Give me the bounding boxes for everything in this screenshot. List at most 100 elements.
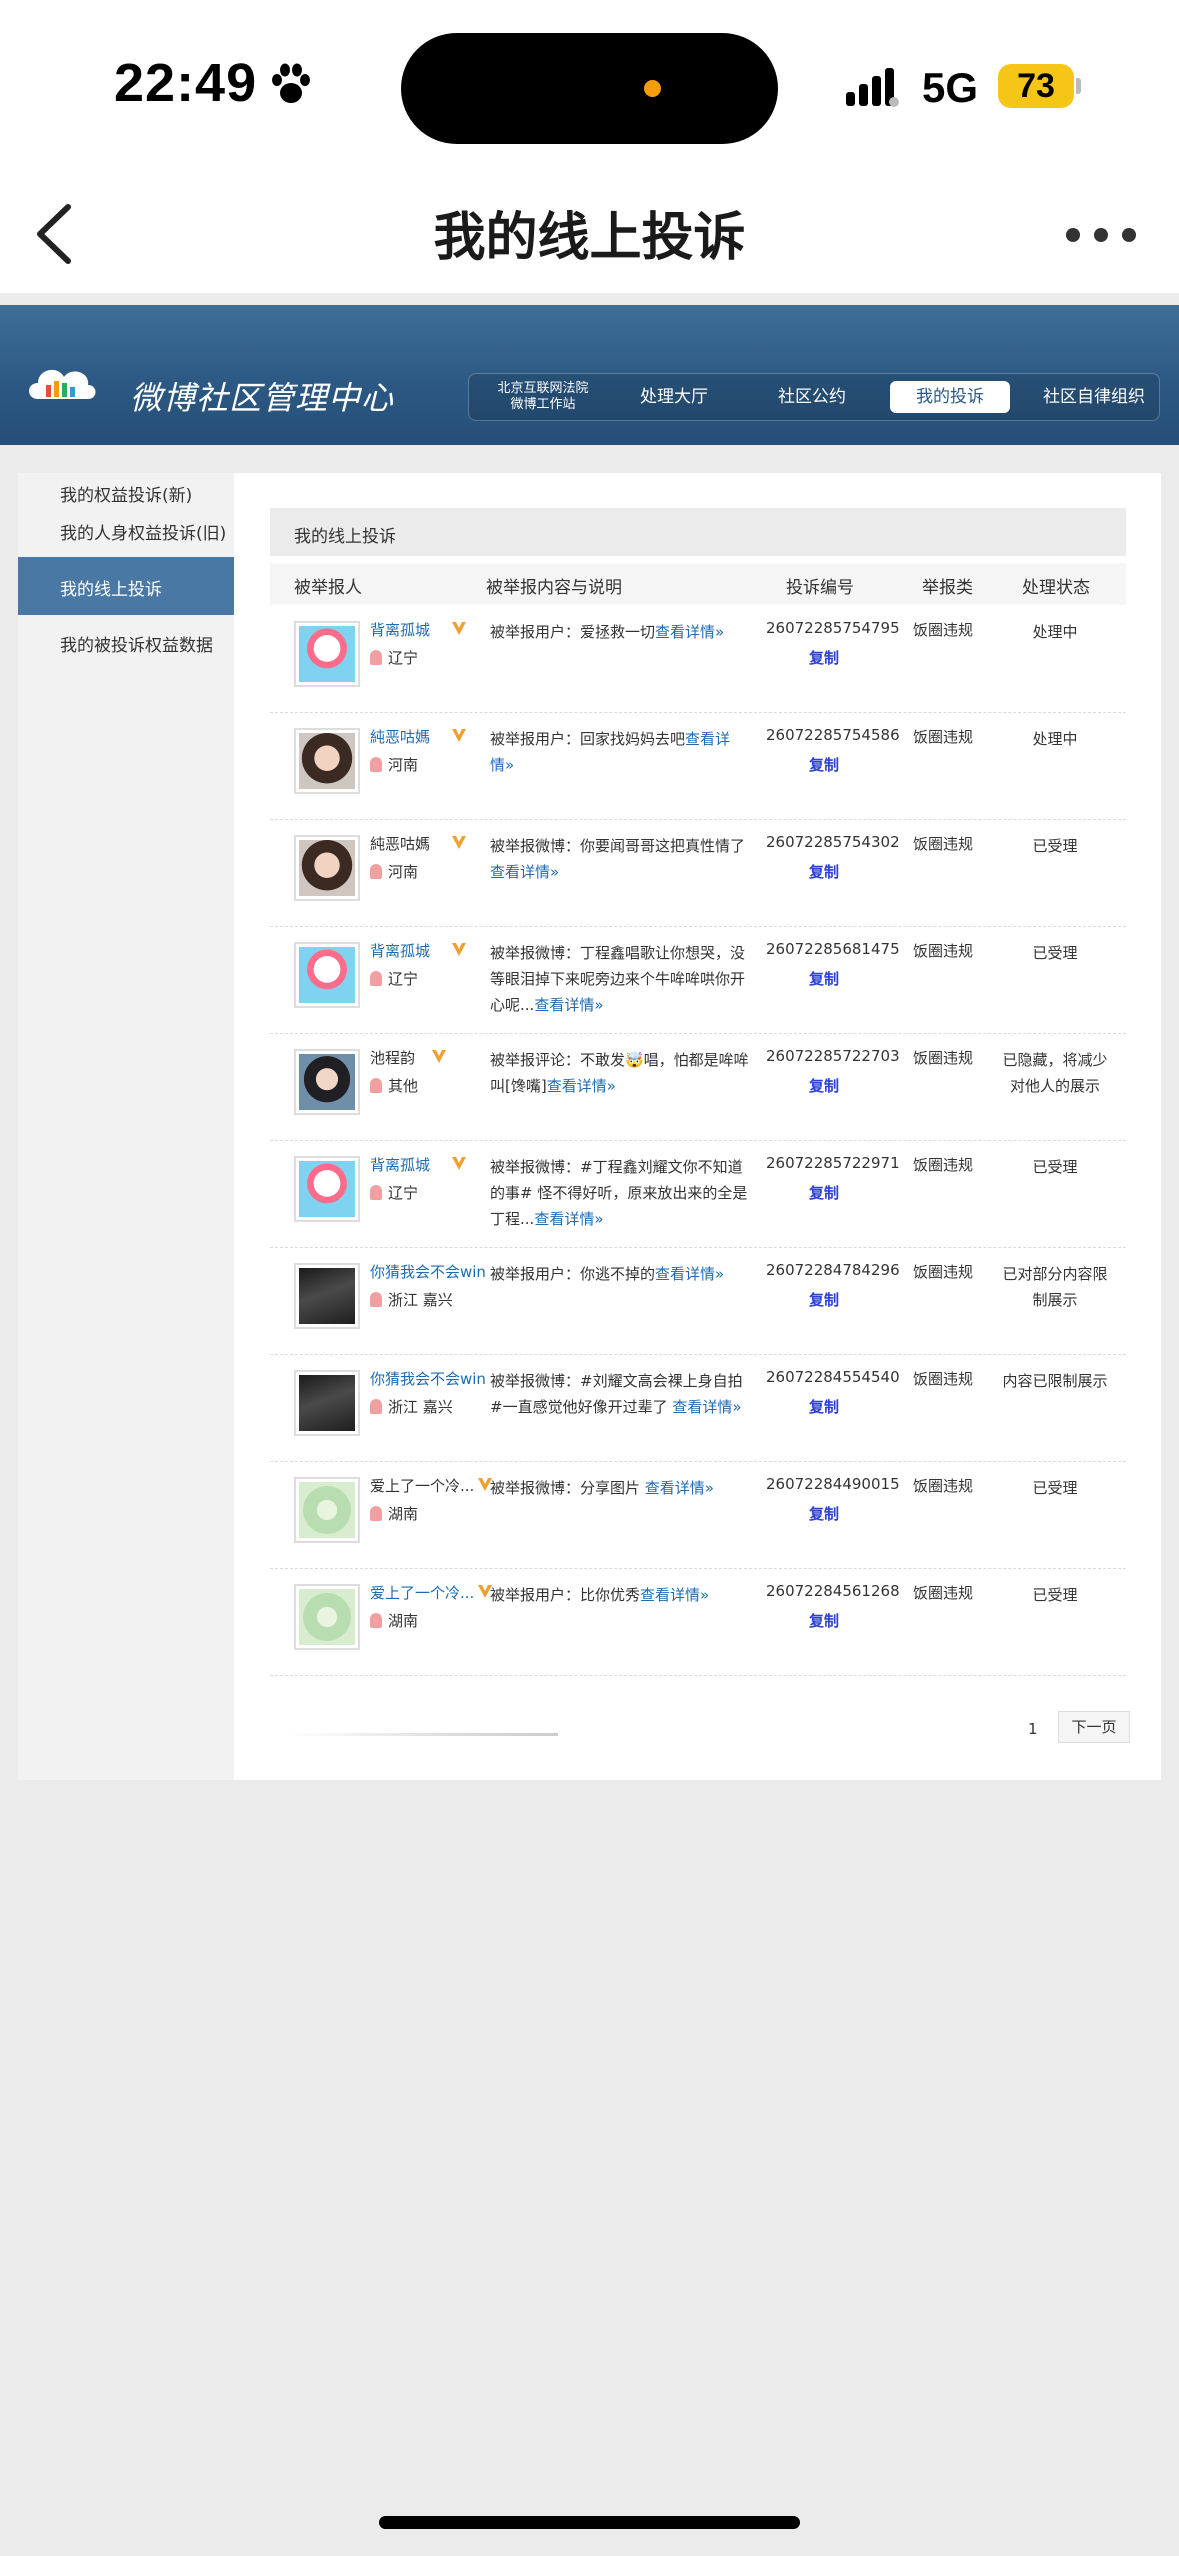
view-details-link[interactable]: 查看详情» [547, 1077, 616, 1095]
tab-hall[interactable]: 处理大厅 [619, 374, 729, 420]
copy-button[interactable]: 复制 [766, 861, 882, 882]
status-bar: 22:49 5G 73 [0, 0, 1179, 175]
content-title-bar: 我的线上投诉 [270, 508, 1126, 556]
location-pin-icon [370, 1078, 382, 1093]
complaint-id: 26072284561268 [766, 1582, 900, 1600]
user-location: 辽宁 [370, 968, 418, 989]
battery-tip [1076, 78, 1081, 94]
divider [0, 293, 1179, 305]
avatar[interactable] [294, 1477, 360, 1543]
avatar[interactable] [294, 1156, 360, 1222]
table-row: 背离孤城 辽宁 被举报用户：爱拯救一切查看详情» 26072285754795 复制 饭圈… [270, 605, 1126, 713]
verified-badge-icon [452, 1157, 466, 1170]
location-pin-icon [370, 1292, 382, 1307]
table-row: 你猜我会不会win 浙江 嘉兴 被举报微博：#刘耀文高会裸上身自拍#一直感觉他好像开… [270, 1354, 1126, 1462]
tab-convention[interactable]: 社区公约 [757, 374, 867, 420]
avatar[interactable] [294, 728, 360, 794]
copy-button[interactable]: 复制 [766, 1503, 882, 1524]
complaint-id: 26072285754586 [766, 726, 900, 744]
reported-user-name[interactable]: 你猜我会不会win [370, 1261, 486, 1282]
location-pin-icon [370, 971, 382, 986]
reported-user-name[interactable]: 你猜我会不会win [370, 1368, 486, 1389]
avatar[interactable] [294, 1584, 360, 1650]
complaint-description: 被举报用户：回家找妈妈去吧查看详情» [490, 730, 731, 774]
copy-button[interactable]: 复制 [766, 968, 882, 989]
complaint-id: 26072284784296 [766, 1261, 900, 1279]
complaint-category: 饭圈违规 [912, 942, 973, 960]
status-text: 已受理 [1032, 1586, 1078, 1604]
reported-user-name[interactable]: 爱上了一个冷... [370, 1475, 474, 1496]
user-location: 湖南 [370, 1503, 418, 1524]
copy-button[interactable]: 复制 [766, 1610, 882, 1631]
copy-button[interactable]: 复制 [766, 647, 882, 668]
home-indicator[interactable] [379, 2516, 800, 2529]
copy-button[interactable]: 复制 [766, 1289, 882, 1310]
avatar[interactable] [294, 835, 360, 901]
copy-button[interactable]: 复制 [766, 1396, 882, 1417]
more-icon[interactable] [1066, 220, 1138, 250]
view-details-link[interactable]: 查看详情» [490, 863, 559, 881]
view-details-link[interactable]: 查看详情» [534, 1210, 603, 1228]
copy-button[interactable]: 复制 [766, 1182, 882, 1203]
reported-user-name[interactable]: 爱上了一个冷... [370, 1582, 474, 1603]
view-details-link[interactable]: 查看详情» [672, 1398, 741, 1416]
next-page-button[interactable]: 下一页 [1058, 1711, 1130, 1743]
tab-court[interactable]: 北京互联网法院 微博工作站 [483, 374, 603, 420]
reported-user-name[interactable]: 純恶咕媽 [370, 726, 430, 747]
location-pin-icon [370, 650, 382, 665]
reported-user-name[interactable]: 背离孤城 [370, 940, 430, 961]
status-text: 已受理 [1032, 837, 1078, 855]
user-location: 浙江 嘉兴 [370, 1396, 453, 1417]
table-row: 爱上了一个冷... 湖南 被举报微博：分享图片 查看详情» 2607228449001… [270, 1461, 1126, 1569]
status-time: 22:49 [114, 53, 258, 113]
avatar[interactable] [294, 1049, 360, 1115]
complaint-id: 26072284490015 [766, 1475, 900, 1493]
location-pin-icon [370, 864, 382, 879]
complaint-description: 被举报评论：不敢发🤯唱，怕都是哞哞叫[馋嘴]查看详情» [490, 1051, 749, 1095]
view-details-link[interactable]: 查看详情» [655, 1265, 724, 1283]
view-details-link[interactable]: 查看详情» [645, 1479, 714, 1497]
sidebar-item-personal-old[interactable]: 我的人身权益投诉(旧) [18, 511, 234, 553]
col-status: 处理状态 [1022, 578, 1090, 598]
sidebar-item-complained-data[interactable]: 我的被投诉权益数据 [18, 615, 234, 665]
reported-user-name[interactable]: 純恶咕媽 [370, 833, 430, 854]
location-pin-icon [370, 1506, 382, 1521]
complaint-id: 26072285722971 [766, 1154, 900, 1172]
view-details-link[interactable]: 查看详情» [534, 996, 603, 1014]
content-title: 我的线上投诉 [294, 527, 396, 547]
copy-button[interactable]: 复制 [766, 754, 882, 775]
avatar[interactable] [294, 1370, 360, 1436]
user-location: 浙江 嘉兴 [370, 1289, 453, 1310]
complaint-category: 饭圈违规 [912, 1477, 973, 1495]
status-text: 已隐藏，将减少对他人的展示 [1002, 1051, 1108, 1095]
copy-button[interactable]: 复制 [766, 1075, 882, 1096]
location-pin-icon [370, 757, 382, 772]
reported-user-name[interactable]: 池程韵 [370, 1047, 415, 1068]
verified-badge-icon [452, 943, 466, 956]
status-text: 内容已限制展示 [1002, 1372, 1108, 1390]
weibo-tabs: 北京互联网法院 微博工作站 处理大厅 社区公约 我的投诉 社区自律组织 [468, 373, 1160, 421]
tab-my-complaints[interactable]: 我的投诉 [890, 381, 1010, 413]
reported-user-name[interactable]: 背离孤城 [370, 1154, 430, 1175]
complaint-id: 26072284554540 [766, 1368, 900, 1386]
location-pin-icon [370, 1185, 382, 1200]
tab-self-regulation[interactable]: 社区自律组织 [1029, 374, 1159, 420]
user-location: 辽宁 [370, 1182, 418, 1203]
sidebar-item-rights-new[interactable]: 我的权益投诉(新) [18, 473, 234, 511]
avatar[interactable] [294, 1263, 360, 1329]
sidebar-item-online[interactable]: 我的线上投诉 [18, 557, 234, 615]
reported-user-name[interactable]: 背离孤城 [370, 619, 430, 640]
avatar[interactable] [294, 942, 360, 1008]
complaint-id: 26072285754302 [766, 833, 900, 851]
nav-bar: 我的线上投诉 [0, 175, 1179, 293]
avatar[interactable] [294, 621, 360, 687]
page-number[interactable]: 1 [1028, 1720, 1038, 1738]
dynamic-island [401, 33, 778, 144]
complaint-id: 26072285754795 [766, 619, 900, 637]
complaint-category: 饭圈违规 [912, 1263, 973, 1281]
view-details-link[interactable]: 查看详情» [655, 623, 724, 641]
signal-icon [846, 68, 899, 107]
complaint-description: 被举报微博：#刘耀文高会裸上身自拍#一直感觉他好像开过辈了 查看详情» [490, 1372, 743, 1416]
view-details-link[interactable]: 查看详情» [640, 1586, 709, 1604]
user-location: 河南 [370, 861, 418, 882]
